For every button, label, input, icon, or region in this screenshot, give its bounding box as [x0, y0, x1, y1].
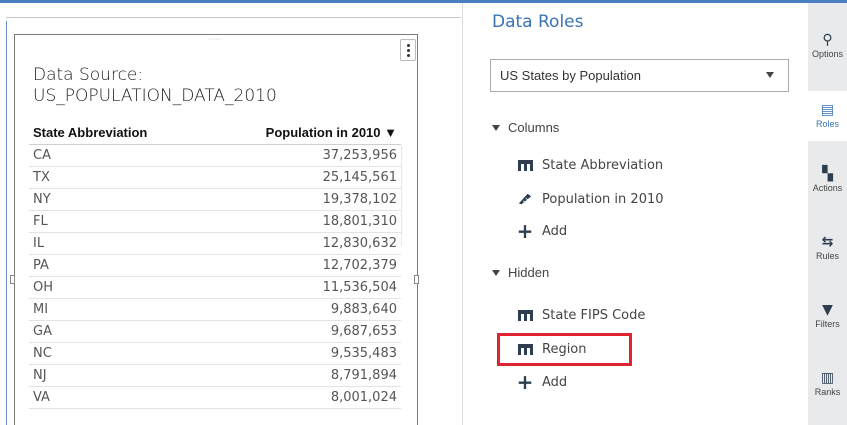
table-scrollbar[interactable] — [401, 146, 409, 246]
cell-population: 37,253,956 — [322, 148, 397, 163]
add-hidden-button[interactable]: + Add — [516, 370, 568, 394]
canvas-edge — [6, 21, 7, 425]
list-table: State Abbreviation Population in 2010 ▼ … — [29, 121, 401, 409]
toolbar-actions[interactable]: ▚ Actions — [808, 163, 847, 211]
right-toolbar: ⚲ Options ▤ Roles ▚ Actions ⇆ Rules ▼ Fi… — [808, 3, 847, 425]
table-header: State Abbreviation Population in 2010 ▼ — [29, 121, 401, 145]
cell-population: 8,001,024 — [330, 390, 397, 405]
toolbar-label: Roles — [815, 119, 839, 129]
toolbar-ranks[interactable]: ▥ Ranks — [808, 367, 847, 415]
column-header-state[interactable]: State Abbreviation — [29, 125, 229, 140]
pane-title: Data Roles — [492, 12, 584, 32]
role-item-label: State FIPS Code — [542, 307, 646, 323]
add-column-button[interactable]: + Add — [516, 219, 568, 243]
cell-state-abbreviation: CA — [33, 148, 51, 163]
measure-icon — [517, 191, 533, 207]
canvas-divider — [6, 17, 461, 18]
table-row[interactable]: GA 9,687,653 — [29, 321, 401, 343]
toolbar-filters[interactable]: ▼ Filters — [808, 299, 847, 347]
object-title-line1: Data Source: — [33, 65, 144, 85]
cell-state-abbreviation: NJ — [33, 368, 47, 383]
hidden-section-toggle[interactable]: Hidden — [492, 265, 549, 280]
cell-state-abbreviation: MI — [33, 302, 49, 317]
category-icon — [517, 157, 533, 173]
cell-state-abbreviation: IL — [33, 236, 45, 251]
column-header-population[interactable]: Population in 2010 ▼ — [229, 125, 401, 140]
table-row[interactable]: NJ 8,791,894 — [29, 365, 401, 387]
list-table-object[interactable]: ⋯⋯ Data Source: US_POPULATION_DATA_2010 … — [14, 34, 418, 425]
cell-population: 11,536,504 — [322, 280, 397, 295]
table-row[interactable]: NY 19,378,102 — [29, 189, 401, 211]
role-item-label: Population in 2010 — [542, 191, 664, 207]
data-source-select[interactable]: US States by Population — [490, 59, 789, 92]
table-row[interactable]: NC 9,535,483 — [29, 343, 401, 365]
table-row[interactable]: CA 37,253,956 — [29, 145, 401, 167]
cell-state-abbreviation: OH — [33, 280, 54, 295]
cell-population: 12,702,379 — [322, 258, 397, 273]
cell-state-abbreviation: NC — [33, 346, 52, 361]
cell-state-abbreviation: PA — [33, 258, 49, 273]
cell-population: 9,883,640 — [330, 302, 397, 317]
annotation-highlight-box — [497, 333, 632, 366]
roles-icon: ▤ — [820, 102, 835, 118]
plus-icon: + — [516, 219, 534, 243]
cell-population: 8,791,894 — [330, 368, 397, 383]
columns-section-toggle[interactable]: Columns — [492, 120, 559, 135]
cell-state-abbreviation: GA — [33, 324, 52, 339]
role-item-label: State Abbreviation — [542, 157, 664, 173]
chevron-down-icon — [766, 72, 774, 78]
toolbar-label: Ranks — [814, 387, 841, 397]
cell-population: 19,378,102 — [322, 192, 397, 207]
toolbar-options[interactable]: ⚲ Options — [808, 29, 847, 77]
table-row[interactable]: TX 25,145,561 — [29, 167, 401, 189]
rules-icon: ⇆ — [821, 234, 834, 250]
object-menu-button[interactable] — [400, 39, 416, 61]
collapse-triangle-icon — [492, 124, 500, 131]
table-row[interactable]: OH 11,536,504 — [29, 277, 401, 299]
hidden-section-label: Hidden — [508, 265, 550, 280]
cell-population: 18,801,310 — [322, 214, 397, 229]
table-body: CA 37,253,956 TX 25,145,561 NY 19,378,102 FL 18… — [29, 145, 401, 409]
actions-icon: ▚ — [822, 166, 833, 182]
resize-handle-left[interactable] — [10, 275, 15, 284]
plus-icon: + — [516, 370, 534, 394]
toolbar-label: Rules — [815, 251, 839, 261]
table-row[interactable]: IL 12,830,632 — [29, 233, 401, 255]
cell-population: 12,830,632 — [322, 236, 397, 251]
options-icon: ⚲ — [822, 32, 833, 48]
data-roles-pane: Data Roles US States by Population Colum… — [463, 3, 808, 425]
role-item-state-abbreviation[interactable]: State Abbreviation — [517, 155, 663, 175]
cell-population: 9,535,483 — [330, 346, 397, 361]
drag-grip-icon[interactable]: ⋯⋯ — [208, 37, 226, 43]
toolbar-label: Options — [811, 49, 844, 59]
filter-icon: ▼ — [822, 302, 833, 318]
cell-state-abbreviation: NY — [33, 192, 51, 207]
table-row[interactable]: VA 8,001,024 — [29, 387, 401, 409]
cell-population: 25,145,561 — [322, 170, 397, 185]
role-item-state-fips-code[interactable]: State FIPS Code — [517, 305, 645, 325]
toolbar-roles[interactable]: ▤ Roles — [808, 91, 847, 141]
report-canvas: ⋯⋯ Data Source: US_POPULATION_DATA_2010 … — [0, 3, 463, 425]
add-label: Add — [542, 223, 568, 239]
toolbar-label: Filters — [815, 319, 840, 329]
resize-handle-right[interactable] — [414, 275, 419, 284]
table-row[interactable]: FL 18,801,310 — [29, 211, 401, 233]
ranks-icon: ▥ — [820, 370, 835, 386]
collapse-triangle-icon — [492, 269, 500, 276]
table-row[interactable]: PA 12,702,379 — [29, 255, 401, 277]
cell-state-abbreviation: FL — [33, 214, 48, 229]
role-item-population[interactable]: Population in 2010 — [517, 189, 664, 209]
object-title: Data Source: US_POPULATION_DATA_2010 — [33, 65, 277, 107]
toolbar-rules[interactable]: ⇆ Rules — [808, 231, 847, 279]
object-title-line2: US_POPULATION_DATA_2010 — [33, 86, 277, 106]
toolbar-label: Actions — [812, 183, 843, 193]
cell-state-abbreviation: TX — [33, 170, 50, 185]
columns-section-label: Columns — [508, 120, 560, 135]
cell-state-abbreviation: VA — [33, 390, 50, 405]
category-icon — [517, 307, 533, 323]
cell-population: 9,687,653 — [330, 324, 397, 339]
data-source-select-value: US States by Population — [500, 68, 641, 83]
add-label: Add — [542, 374, 568, 390]
table-row[interactable]: MI 9,883,640 — [29, 299, 401, 321]
